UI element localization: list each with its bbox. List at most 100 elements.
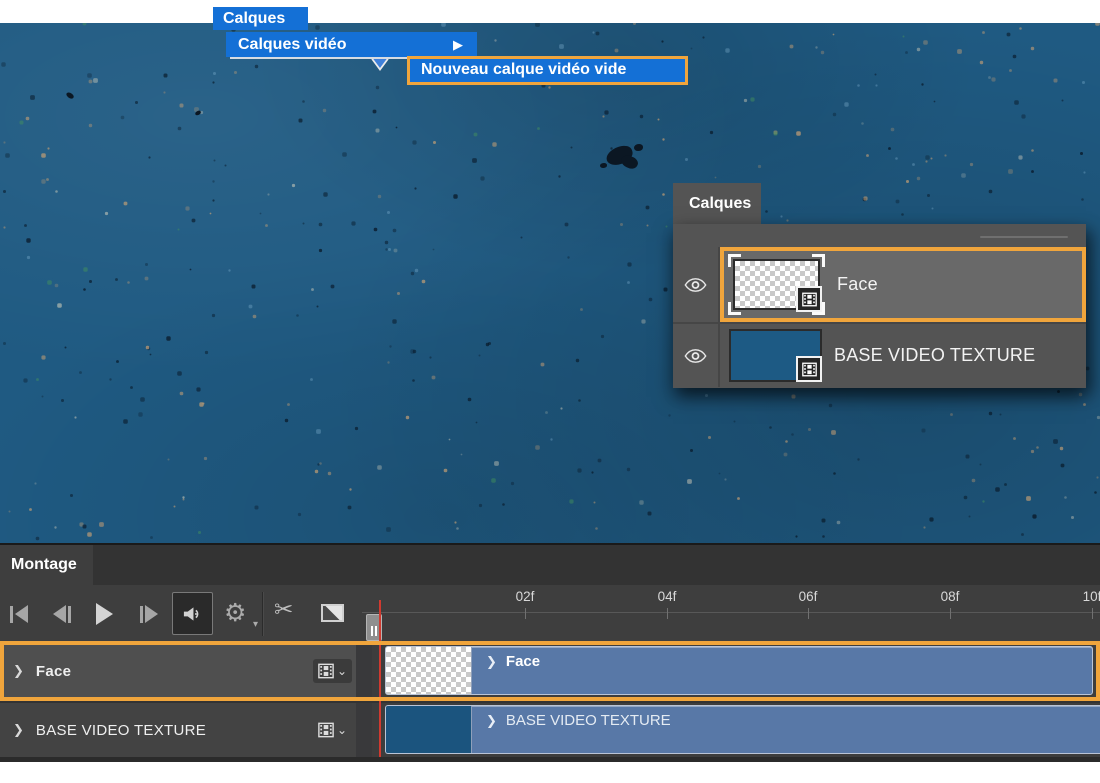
layer-row-face-content[interactable]: Face — [720, 247, 1086, 322]
ink-blob — [600, 163, 607, 168]
ruler-label: 02f — [516, 589, 535, 604]
track-name: BASE VIDEO TEXTURE — [36, 722, 206, 739]
chevron-down-icon: ⌄ — [337, 725, 347, 735]
video-layer-badge — [796, 356, 822, 382]
mute-audio-button[interactable] — [172, 592, 213, 635]
layer-row-base-video-texture[interactable]: BASE VIDEO TEXTURE — [673, 324, 1086, 387]
next-frame-icon — [145, 605, 158, 623]
previous-frame-icon — [53, 605, 66, 623]
chevron-right-icon[interactable]: ❯ — [13, 663, 24, 679]
clip-thumbnail-transparent — [386, 647, 472, 694]
clip-thumbnail-video — [386, 706, 472, 753]
selection-bracket — [728, 302, 741, 315]
ruler-tick — [667, 608, 668, 619]
track-gutter — [356, 643, 372, 699]
track-type-menu[interactable]: ⌄ — [313, 718, 352, 742]
layer-visibility-toggle[interactable] — [673, 247, 720, 322]
letterbox-bottom — [0, 762, 1100, 783]
previous-frame-icon — [68, 606, 71, 623]
letterbox-top — [0, 0, 1100, 23]
layers-panel-body: Face — [673, 224, 1086, 388]
ruler-tick — [950, 608, 951, 619]
chevron-down-icon: ⌄ — [337, 666, 347, 676]
ink-blob — [194, 110, 201, 116]
track-header-base[interactable]: ❯ BASE VIDEO TEXTURE ⌄ — [0, 703, 356, 757]
scissors-icon: ✂ — [274, 596, 293, 622]
timeline-controls-and-ruler: ⚙ ▾ ✂ 02f 04f 06f 08f 10f — [0, 585, 1100, 643]
layer-thumbnail-base[interactable] — [729, 329, 822, 382]
gear-icon: ⚙ — [224, 599, 246, 627]
timeline-tabbar: Montage — [0, 545, 1100, 585]
layer-name[interactable]: Face — [837, 274, 878, 295]
menu-item-calques-video[interactable]: Calques vidéo ▶ — [226, 32, 477, 57]
selection-bracket — [812, 254, 825, 267]
eye-icon — [684, 348, 707, 364]
submenu-panel-edge — [230, 57, 410, 59]
previous-frame-button[interactable] — [53, 605, 71, 623]
track-row-face: ❯ Face ⌄ ❯ Fac — [0, 643, 1100, 699]
track-header-face[interactable]: ❯ Face ⌄ — [0, 643, 356, 699]
layer-row-base-content[interactable]: BASE VIDEO TEXTURE — [720, 324, 1086, 387]
toolbar-separator — [262, 592, 263, 636]
timeline-settings-button[interactable]: ⚙ ▾ — [224, 594, 254, 634]
ruler-label: 06f — [799, 589, 818, 604]
go-to-first-frame-button[interactable] — [10, 605, 28, 623]
chevron-right-icon[interactable]: ❯ — [13, 722, 24, 738]
speaker-icon — [182, 605, 203, 623]
track-gutter — [356, 703, 372, 757]
ink-blob — [65, 91, 74, 100]
ruler-label: 10f — [1083, 589, 1100, 604]
first-frame-icon — [15, 605, 28, 623]
clip-name: BASE VIDEO TEXTURE — [506, 712, 671, 729]
split-clip-button[interactable]: ✂ — [274, 596, 293, 623]
next-frame-button[interactable] — [140, 605, 158, 623]
layer-name[interactable]: BASE VIDEO TEXTURE — [834, 345, 1035, 366]
play-button[interactable] — [96, 603, 113, 625]
transition-button[interactable] — [321, 604, 344, 622]
track-lane-base: ❯ BASE VIDEO TEXTURE — [372, 703, 1100, 757]
menu-item-nouveau-calque-video-vide[interactable]: Nouveau calque vidéo vide — [407, 56, 688, 85]
canvas-texture-speckles — [0, 23, 1, 24]
ink-blob — [634, 144, 643, 151]
video-clip-face[interactable]: ❯ Face — [385, 646, 1093, 695]
ruler-label: 04f — [658, 589, 677, 604]
timeline-tab-montage[interactable]: Montage — [0, 545, 93, 585]
track-type-menu[interactable]: ⌄ — [313, 659, 352, 683]
layer-row-face[interactable]: Face — [673, 247, 1086, 322]
chevron-right-icon: ❯ — [486, 713, 497, 729]
clip-label[interactable]: ❯ Face — [486, 653, 540, 670]
menu-item-label: Calques vidéo — [238, 36, 346, 53]
filmstrip-icon — [802, 292, 817, 307]
ruler-tick — [808, 608, 809, 619]
track-row-base: ❯ BASE VIDEO TEXTURE ⌄ ❯ — [0, 703, 1100, 757]
video-layer-badge — [796, 286, 822, 312]
filmstrip-icon — [318, 722, 334, 738]
caret-down-icon: ▾ — [253, 619, 258, 630]
ruler-label: 08f — [941, 589, 960, 604]
selection-bracket — [728, 254, 741, 267]
timeline-panel: Montage — [0, 543, 1100, 762]
chevron-right-icon: ❯ — [486, 654, 497, 670]
ruler-baseline — [362, 612, 1100, 613]
clip-name: Face — [506, 653, 540, 670]
ruler-tick — [525, 608, 526, 619]
clip-label[interactable]: ❯ BASE VIDEO TEXTURE — [486, 712, 671, 729]
filmstrip-icon — [802, 362, 817, 377]
first-frame-icon — [10, 606, 13, 623]
layer-thumbnail-face[interactable] — [728, 254, 825, 315]
video-clip-base[interactable]: ❯ BASE VIDEO TEXTURE — [385, 705, 1100, 754]
track-lane-face: ❯ Face — [372, 643, 1100, 699]
layers-panel: Calques — [673, 183, 1086, 388]
play-icon — [96, 603, 113, 625]
eye-icon — [684, 277, 707, 293]
filmstrip-icon — [318, 663, 334, 679]
layer-visibility-toggle[interactable] — [673, 324, 720, 387]
layers-panel-tab[interactable]: Calques — [673, 183, 761, 224]
panel-grip-handle[interactable] — [980, 236, 1068, 238]
track-name: Face — [36, 663, 71, 680]
menu-calques[interactable]: Calques — [213, 7, 308, 30]
submenu-arrow-icon: ▶ — [453, 32, 463, 57]
ruler-tick — [1092, 608, 1093, 619]
playhead-line — [379, 600, 381, 757]
screenshot-root: Calques Calques vidéo ▶ Nouveau calque v… — [0, 0, 1100, 783]
